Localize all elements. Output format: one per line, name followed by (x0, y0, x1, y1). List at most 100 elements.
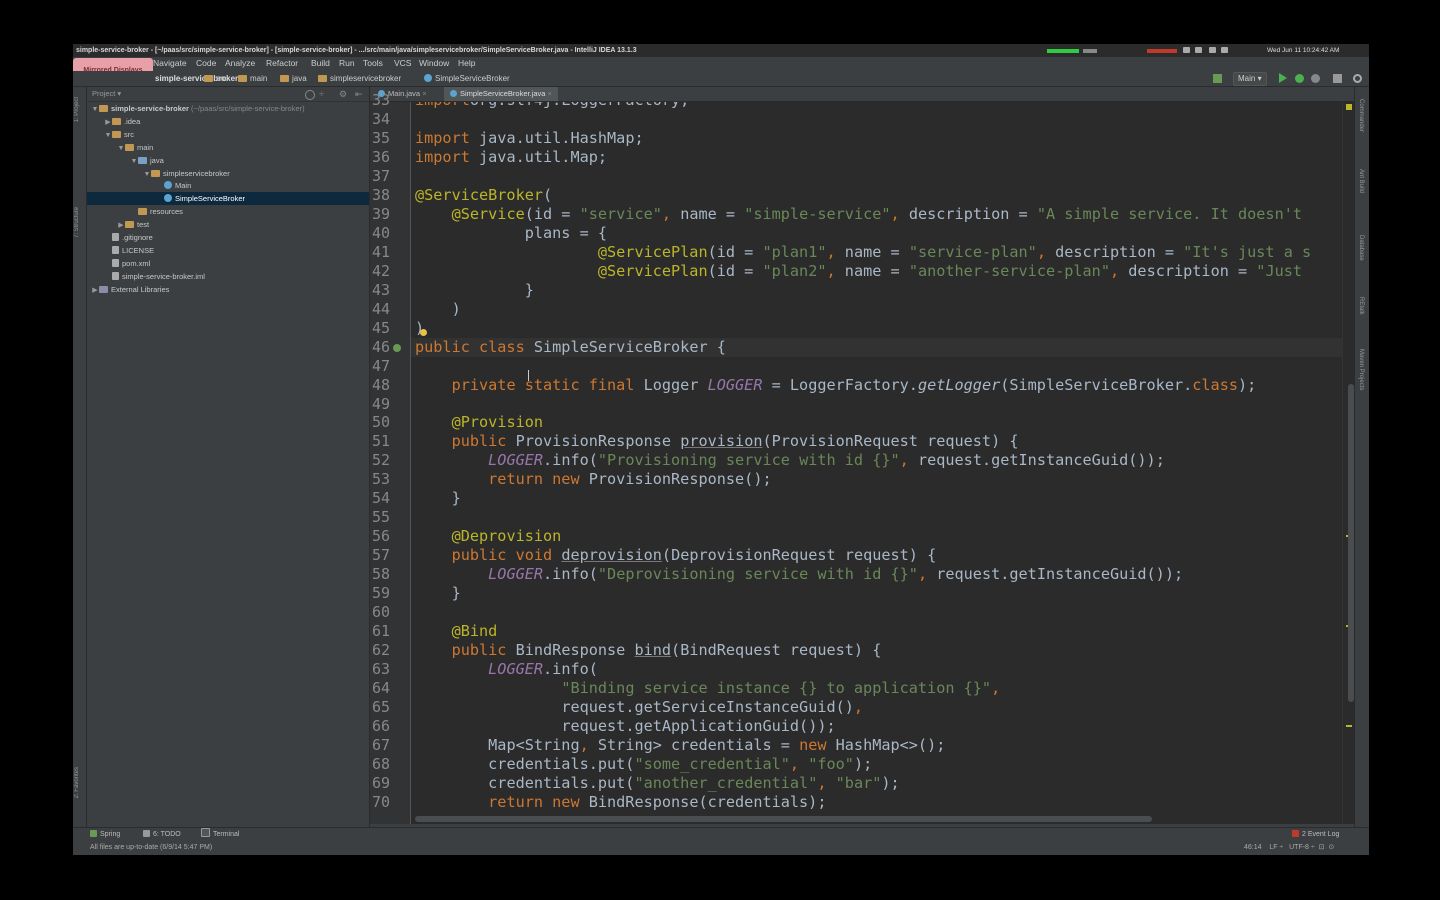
file-encoding[interactable]: UTF-8 (1289, 844, 1309, 851)
breadcrumb-package[interactable]: simpleservicebroker (318, 71, 401, 86)
bluetooth-icon[interactable] (1195, 47, 1202, 53)
commander-tool-tab[interactable]: Commander (1358, 99, 1364, 132)
tree-item[interactable]: .gitignore (87, 231, 369, 244)
code-line[interactable]: public void deprovision(DeprovisionReque… (415, 546, 937, 565)
tree-item[interactable]: simple-service-broker.iml (87, 270, 369, 283)
inspector-icon[interactable]: ⊙ (1328, 844, 1334, 851)
tree-item[interactable]: ▼ simpleservicebroker (87, 167, 369, 180)
tree-item[interactable]: Main (87, 179, 369, 192)
horizontal-scrollbar[interactable] (415, 816, 1152, 822)
tree-item[interactable]: ▶ External Libraries (87, 283, 369, 296)
code-line[interactable]: return new BindResponse(credentials); (415, 793, 826, 812)
menu-analyze[interactable]: Analyze (225, 57, 255, 70)
structure-icon[interactable] (1213, 74, 1222, 83)
code-line[interactable]: @ServiceBroker( (415, 186, 552, 205)
tree-item[interactable]: ▼ java (87, 154, 369, 167)
database-tool-tab[interactable]: Database (1358, 235, 1364, 261)
breadcrumb-class[interactable]: SimpleServiceBroker (424, 71, 510, 86)
menu-tools[interactable]: Tools (363, 57, 383, 70)
code-area[interactable]: importorg.slf4j.LoggerFactory;import jav… (411, 102, 1342, 824)
code-line[interactable]: public ProvisionResponse provision(Provi… (415, 432, 1019, 451)
breadcrumb-src[interactable]: src (204, 71, 227, 86)
menu-code[interactable]: Code (196, 57, 216, 70)
code-line[interactable]: @ServicePlan(id = "plan1", name = "servi… (415, 243, 1311, 262)
code-line[interactable]: @ServicePlan(id = "plan2", name = "anoth… (415, 262, 1302, 281)
collapse-icon[interactable]: ÷ (319, 90, 327, 99)
status-message[interactable]: All files are up-to-date (6/9/14 5:47 PM… (90, 841, 212, 855)
tree-item[interactable]: ▼ simple-service-broker (~/paas/src/simpl… (87, 102, 369, 115)
code-line[interactable]: } (415, 281, 534, 300)
terminal-tool-button[interactable]: Terminal (201, 828, 239, 842)
line-separator[interactable]: LF (1269, 844, 1277, 851)
todo-tool-button[interactable]: 6: TODO (143, 828, 181, 842)
code-line[interactable]: } (415, 489, 461, 508)
structure-tool-tab[interactable]: 7: Structure (74, 207, 80, 238)
tree-item[interactable]: ▶ .idea (87, 115, 369, 128)
ant-build-tool-tab[interactable]: Ant Build (1358, 169, 1364, 193)
event-log-button[interactable]: 2 Event Log (1292, 828, 1339, 842)
run-icon[interactable] (1279, 73, 1287, 83)
code-line[interactable]: } (415, 584, 461, 603)
code-line[interactable]: LOGGER.info("Deprovisioning service with… (415, 565, 1183, 584)
hide-panel-icon[interactable]: ⇤ (355, 90, 363, 99)
code-line[interactable]: import java.util.HashMap; (415, 129, 644, 148)
close-icon[interactable]: × (548, 89, 552, 98)
spring-bean-gutter-icon[interactable] (393, 343, 401, 352)
menu-vcs[interactable]: VCS (394, 57, 411, 70)
tree-item[interactable]: pom.xml (87, 257, 369, 270)
code-editor[interactable]: importorg.slf4j.LoggerFactory;import jav… (411, 102, 1342, 824)
spring-tool-button[interactable]: Spring (90, 828, 120, 842)
code-line[interactable]: @Provision (415, 413, 543, 432)
tree-item[interactable]: ▼ src (87, 128, 369, 141)
wifi-icon[interactable] (1183, 47, 1190, 53)
volume-icon[interactable] (1209, 47, 1216, 53)
code-line[interactable]: public BindResponse bind(BindRequest req… (415, 641, 882, 660)
search-icon[interactable] (1353, 74, 1362, 83)
code-line[interactable]: LOGGER.info( (415, 660, 598, 679)
code-line[interactable]: request.getServiceInstanceGuid(), (415, 698, 863, 717)
code-line[interactable]: @Deprovision (415, 527, 562, 546)
code-line[interactable]: public class SimpleServiceBroker { (415, 338, 726, 357)
code-line[interactable]: "Binding service instance {} to applicat… (415, 679, 1000, 698)
code-line[interactable]: LOGGER.info("Provisioning service with i… (415, 451, 1165, 470)
lock-icon[interactable]: ⊡ (1319, 844, 1325, 851)
sdk-icon[interactable] (1333, 74, 1342, 83)
tree-item[interactable]: LICENSE (87, 244, 369, 257)
code-line[interactable]: request.getApplicationGuid()); (415, 717, 835, 736)
project-view-selector[interactable]: Project ▾ (92, 87, 121, 101)
code-line[interactable]: credentials.put("some_credential", "foo"… (415, 755, 872, 774)
coverage-icon[interactable] (1311, 74, 1320, 83)
menu-window[interactable]: Window (419, 57, 449, 70)
code-line[interactable]: plans = { (415, 224, 607, 243)
line-number-gutter[interactable]: 33 34 35 36 37 38 39 40 41 42 43 44 45 46 47 48 49 50 51 52… (370, 91, 411, 824)
tree-item[interactable]: SimpleServiceBroker (87, 192, 369, 206)
menu-navigate[interactable]: Navigate (153, 57, 187, 70)
tree-item[interactable]: ▼ main (87, 141, 369, 154)
run-config-selector[interactable]: Main ▾ (1233, 72, 1267, 86)
tab-simpleservicebroker-java[interactable]: SimpleServiceBroker.java × (444, 87, 558, 101)
retalk-tool-tab[interactable]: REtalk (1358, 297, 1364, 315)
tree-item[interactable]: resources (87, 205, 369, 218)
code-line[interactable]: Map<String, String> credentials = new Ha… (415, 736, 945, 755)
favorites-tool-tab[interactable]: 2: Favorites (74, 767, 80, 798)
code-line[interactable]: import java.util.Map; (415, 148, 607, 167)
menu-refactor[interactable]: Refactor (266, 57, 298, 70)
warning-marker[interactable] (1346, 725, 1352, 727)
close-icon[interactable]: × (422, 89, 426, 98)
collapsed-arrow-icon[interactable]: ▶ (91, 284, 99, 297)
menu-help[interactable]: Help (458, 57, 475, 70)
code-line[interactable]: credentials.put("another_credential", "b… (415, 774, 900, 793)
menu-run[interactable]: Run (339, 57, 355, 70)
code-line[interactable]: private static final Logger LOGGER = Log… (415, 376, 1257, 395)
analysis-status-icon[interactable] (1346, 104, 1352, 110)
gear-icon[interactable]: ⚙ (339, 90, 347, 99)
code-line[interactable]: @Service(id = "service", name = "simple-… (415, 205, 1302, 224)
breadcrumb-java[interactable]: java (280, 71, 307, 86)
code-line[interactable]: return new ProvisionResponse(); (415, 470, 771, 489)
code-line[interactable]: ) (415, 300, 461, 319)
battery-icon[interactable] (1221, 47, 1228, 53)
code-line[interactable]: @Bind (415, 622, 498, 641)
intention-bulb-icon[interactable] (420, 328, 427, 336)
menu-build[interactable]: Build (311, 57, 330, 70)
tree-item[interactable]: ▶ test (87, 218, 369, 231)
